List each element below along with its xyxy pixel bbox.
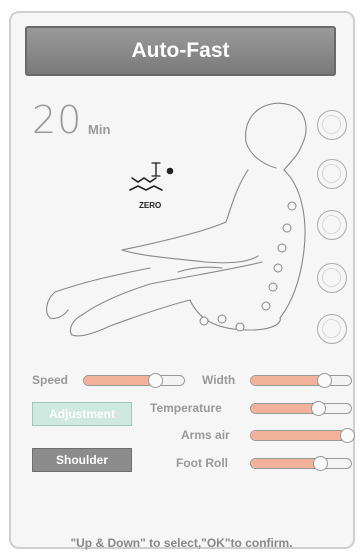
foot-roll-slider-knob[interactable] [313,456,328,471]
massage-point [273,263,283,273]
position-button-2[interactable] [317,159,347,189]
body-figure [46,102,307,337]
width-slider-fill [251,376,325,385]
massage-point [235,322,245,332]
shoulder-button[interactable]: Shoulder [32,448,132,472]
position-button-5[interactable] [317,314,347,344]
temperature-slider-fill [251,404,319,413]
temperature-label: Temperature [150,401,222,415]
adjustment-button[interactable]: Adjustment [32,402,132,426]
foot-roll-slider-fill [251,459,321,468]
massage-point [277,243,287,253]
zero-gravity-icon [129,162,174,191]
massage-point [282,223,292,233]
speed-slider-knob[interactable] [148,373,163,388]
arms-air-slider-fill [251,431,348,440]
temperature-slider[interactable] [250,401,352,416]
arms-air-label: Arms air [181,428,230,442]
instruction-hint: "Up & Down" to select,"OK"to confirm. [70,536,293,550]
width-slider-knob[interactable] [317,373,332,388]
massage-point [261,301,271,311]
massage-point [217,314,227,324]
arms-air-slider-knob[interactable] [340,428,355,443]
foot-roll-slider[interactable] [250,456,352,471]
position-button-1[interactable] [317,110,347,140]
massage-point [268,282,278,292]
arms-air-slider[interactable] [250,428,355,443]
massage-point [199,316,209,326]
speed-slider[interactable] [83,373,185,388]
speed-slider-fill [84,376,156,385]
massage-point [287,201,297,211]
foot-roll-label: Foot Roll [176,456,228,470]
head-outline [245,102,307,171]
temperature-slider-knob[interactable] [311,401,326,416]
width-label: Width [202,373,236,387]
speed-label: Speed [32,373,69,387]
position-button-4[interactable] [317,263,347,293]
position-button-3[interactable] [317,210,347,240]
zero-gravity-label: ZERO [139,201,162,210]
width-slider[interactable] [250,373,352,388]
